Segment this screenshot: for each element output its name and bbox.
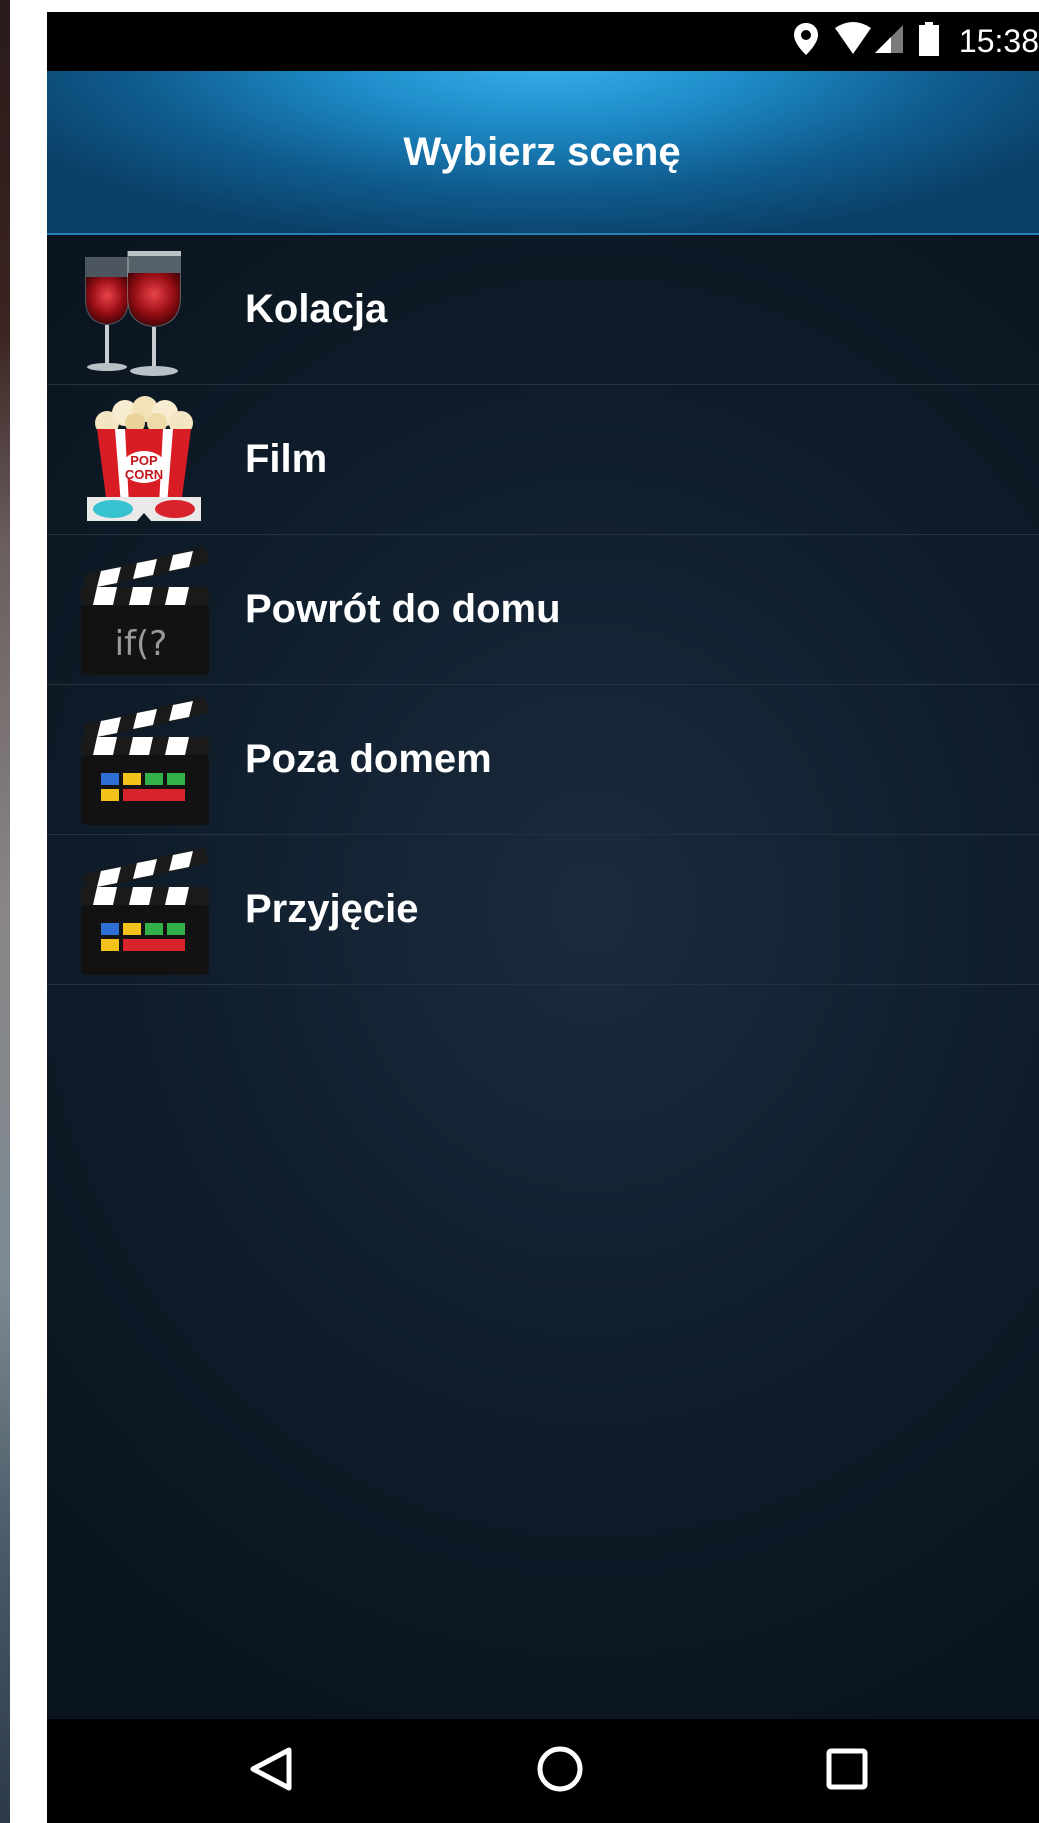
recents-icon (825, 1747, 869, 1796)
scene-label: Przyjęcie (245, 887, 419, 931)
signal-icon (873, 23, 905, 60)
phone-screen: 15:38 Wybierz scenę Kolacja POP CORN Fil… (47, 12, 1039, 1823)
scene-label: Kolacja (245, 287, 388, 331)
svg-text:if(?: if(? (115, 624, 168, 664)
wine-glasses-icon (77, 243, 212, 378)
scene-list: Kolacja POP CORN Film if(? Powrót do dom… (47, 235, 1039, 985)
navigation-bar (47, 1719, 1039, 1823)
back-icon (249, 1746, 293, 1797)
svg-text:CORN: CORN (125, 467, 163, 482)
status-bar: 15:38 (47, 12, 1039, 71)
battery-icon (918, 22, 939, 61)
status-time: 15:38 (958, 23, 1039, 59)
background-strip (0, 0, 10, 1823)
wifi-icon (833, 22, 873, 61)
scene-label: Poza domem (245, 737, 492, 781)
scene-item-poza-domem[interactable]: Poza domem (47, 685, 1039, 835)
scene-label: Film (245, 437, 328, 481)
scene-item-kolacja[interactable]: Kolacja (47, 235, 1039, 385)
back-button[interactable] (211, 1719, 331, 1823)
status-icons: 15:38 (793, 12, 1039, 71)
home-icon (536, 1745, 584, 1798)
scene-item-film[interactable]: POP CORN Film (47, 385, 1039, 535)
clapperboard-icon (77, 693, 212, 828)
home-button[interactable] (500, 1719, 620, 1823)
scene-item-przyjecie[interactable]: Przyjęcie (47, 835, 1039, 985)
svg-text:POP: POP (130, 453, 158, 468)
page-title: Wybierz scenę (403, 129, 681, 174)
scene-label: Powrót do domu (245, 587, 561, 631)
popcorn-icon: POP CORN (77, 393, 212, 528)
recents-button[interactable] (787, 1719, 907, 1823)
scene-list-container: Kolacja POP CORN Film if(? Powrót do dom… (47, 235, 1039, 1730)
clapperboard-icon (77, 843, 212, 978)
scene-item-powrot-do-domu[interactable]: if(? Powrót do domu (47, 535, 1039, 685)
clapperboard-script-icon: if(? (77, 543, 212, 678)
location-icon (793, 22, 819, 61)
app-header: Wybierz scenę (47, 71, 1039, 235)
